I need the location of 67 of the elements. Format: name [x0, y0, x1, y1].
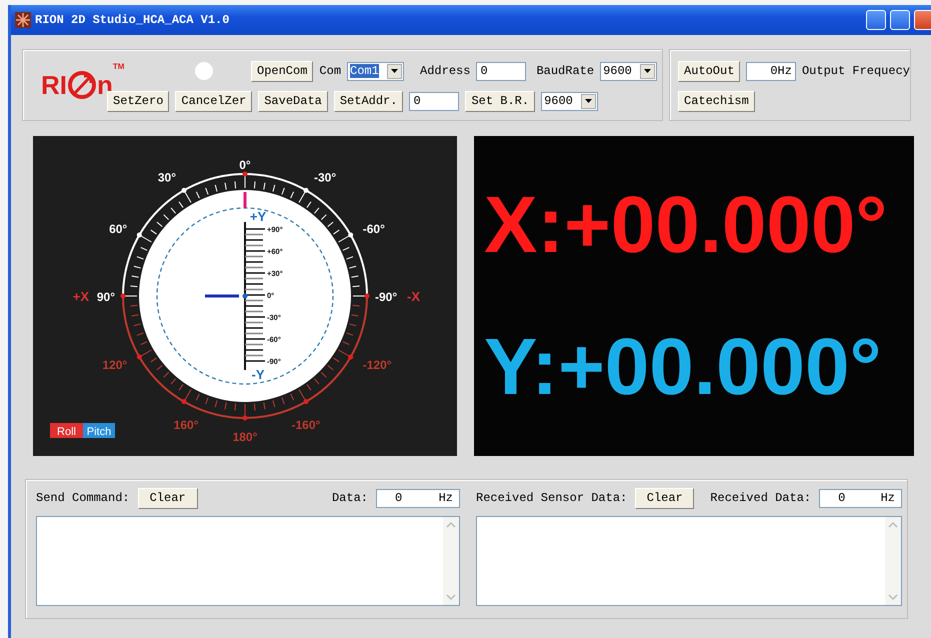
- clear-button[interactable]: Clear: [138, 488, 198, 508]
- status-indicator: [195, 62, 213, 80]
- auto-out-button[interactable]: AutoOut: [678, 60, 740, 82]
- scrollbar[interactable]: [885, 517, 901, 605]
- set-baud-rate-button[interactable]: Set B.R.: [465, 90, 536, 112]
- maximize-button[interactable]: [890, 10, 910, 30]
- log-text-area[interactable]: [36, 516, 460, 606]
- set-zero-button[interactable]: SetZero: [107, 90, 170, 112]
- com-label: Com: [319, 64, 342, 78]
- data-field[interactable]: 0 Hz: [376, 488, 460, 508]
- clear-button[interactable]: Clear: [635, 488, 694, 508]
- roll-angle-label: 180°: [232, 430, 258, 444]
- trademark-mark: TM: [112, 62, 124, 71]
- window-title: RION 2D Studio_HCA_ACA V1.0: [35, 13, 230, 27]
- open-com-button[interactable]: OpenCom: [251, 60, 314, 82]
- minimize-button[interactable]: [866, 10, 886, 30]
- roll-angle-label: -160°: [292, 418, 320, 432]
- set-address-button[interactable]: SetAddr.: [334, 90, 404, 112]
- axis-label: -X: [407, 289, 420, 304]
- section-label: Received Sensor Data:: [476, 491, 628, 505]
- close-button[interactable]: [914, 10, 931, 30]
- frequency-field[interactable]: 0Hz: [746, 62, 796, 80]
- section-label: Send Command:: [36, 491, 130, 505]
- axis-label: +X: [72, 289, 89, 304]
- catechism-button[interactable]: Catechism: [678, 90, 755, 112]
- axis-label: +Y: [250, 209, 266, 224]
- caret-icon: [644, 69, 652, 73]
- dropdown-button[interactable]: [640, 64, 656, 78]
- roll-angle-label: 60°: [109, 222, 128, 236]
- save-data-button[interactable]: SaveData: [258, 90, 328, 112]
- address-label: Address: [420, 64, 470, 78]
- baud-rate-dropdown[interactable]: 9600: [600, 62, 658, 80]
- log-text-area[interactable]: [476, 516, 902, 606]
- roll-angle-label: 160°: [174, 418, 198, 432]
- cancel-zero-button[interactable]: CancelZer: [175, 90, 252, 112]
- scrollbar[interactable]: [443, 517, 459, 605]
- angle-readout: X:+00.000°: [484, 185, 888, 265]
- roll-angle-label: 120°: [102, 358, 128, 372]
- app-icon: [15, 12, 31, 28]
- frequency-label: Output Frequecy: [802, 64, 910, 78]
- address-field[interactable]: 0: [476, 62, 526, 80]
- logo-dial-icon: [67, 70, 97, 100]
- dropdown-button[interactable]: [387, 64, 402, 78]
- caret-icon: [585, 99, 592, 103]
- roll-angle-label: 0°: [239, 158, 251, 172]
- level-indicator: [205, 294, 239, 298]
- angle-readout: Y:+00.000°: [484, 327, 882, 407]
- roll-legend: Roll: [50, 423, 83, 438]
- roll-angle-label: 30°: [158, 170, 176, 184]
- roll-angle-label: -30°: [314, 170, 336, 184]
- dropdown-button[interactable]: [581, 94, 596, 108]
- baud-rate-label: BaudRate: [536, 64, 594, 78]
- set-baud-rate-dropdown[interactable]: 9600: [541, 92, 598, 110]
- set-address-field[interactable]: 0: [409, 92, 460, 110]
- roll-angle-label: -60°: [362, 222, 385, 236]
- data-label: Data:: [332, 491, 368, 505]
- axis-label: -Y: [252, 367, 264, 382]
- com-dropdown[interactable]: Com1: [347, 62, 404, 80]
- data-label: Received Data:: [710, 491, 812, 505]
- caret-icon: [391, 69, 398, 73]
- roll-angle-label: -120°: [362, 358, 392, 372]
- center-dot: [242, 294, 248, 298]
- roll-angle-label: -90°: [375, 290, 398, 304]
- pitch-legend: Pitch: [83, 423, 115, 438]
- roll-angle-label: 90°: [96, 290, 115, 304]
- data-field[interactable]: 0 Hz: [819, 488, 902, 508]
- logo-text: RI: [41, 70, 67, 100]
